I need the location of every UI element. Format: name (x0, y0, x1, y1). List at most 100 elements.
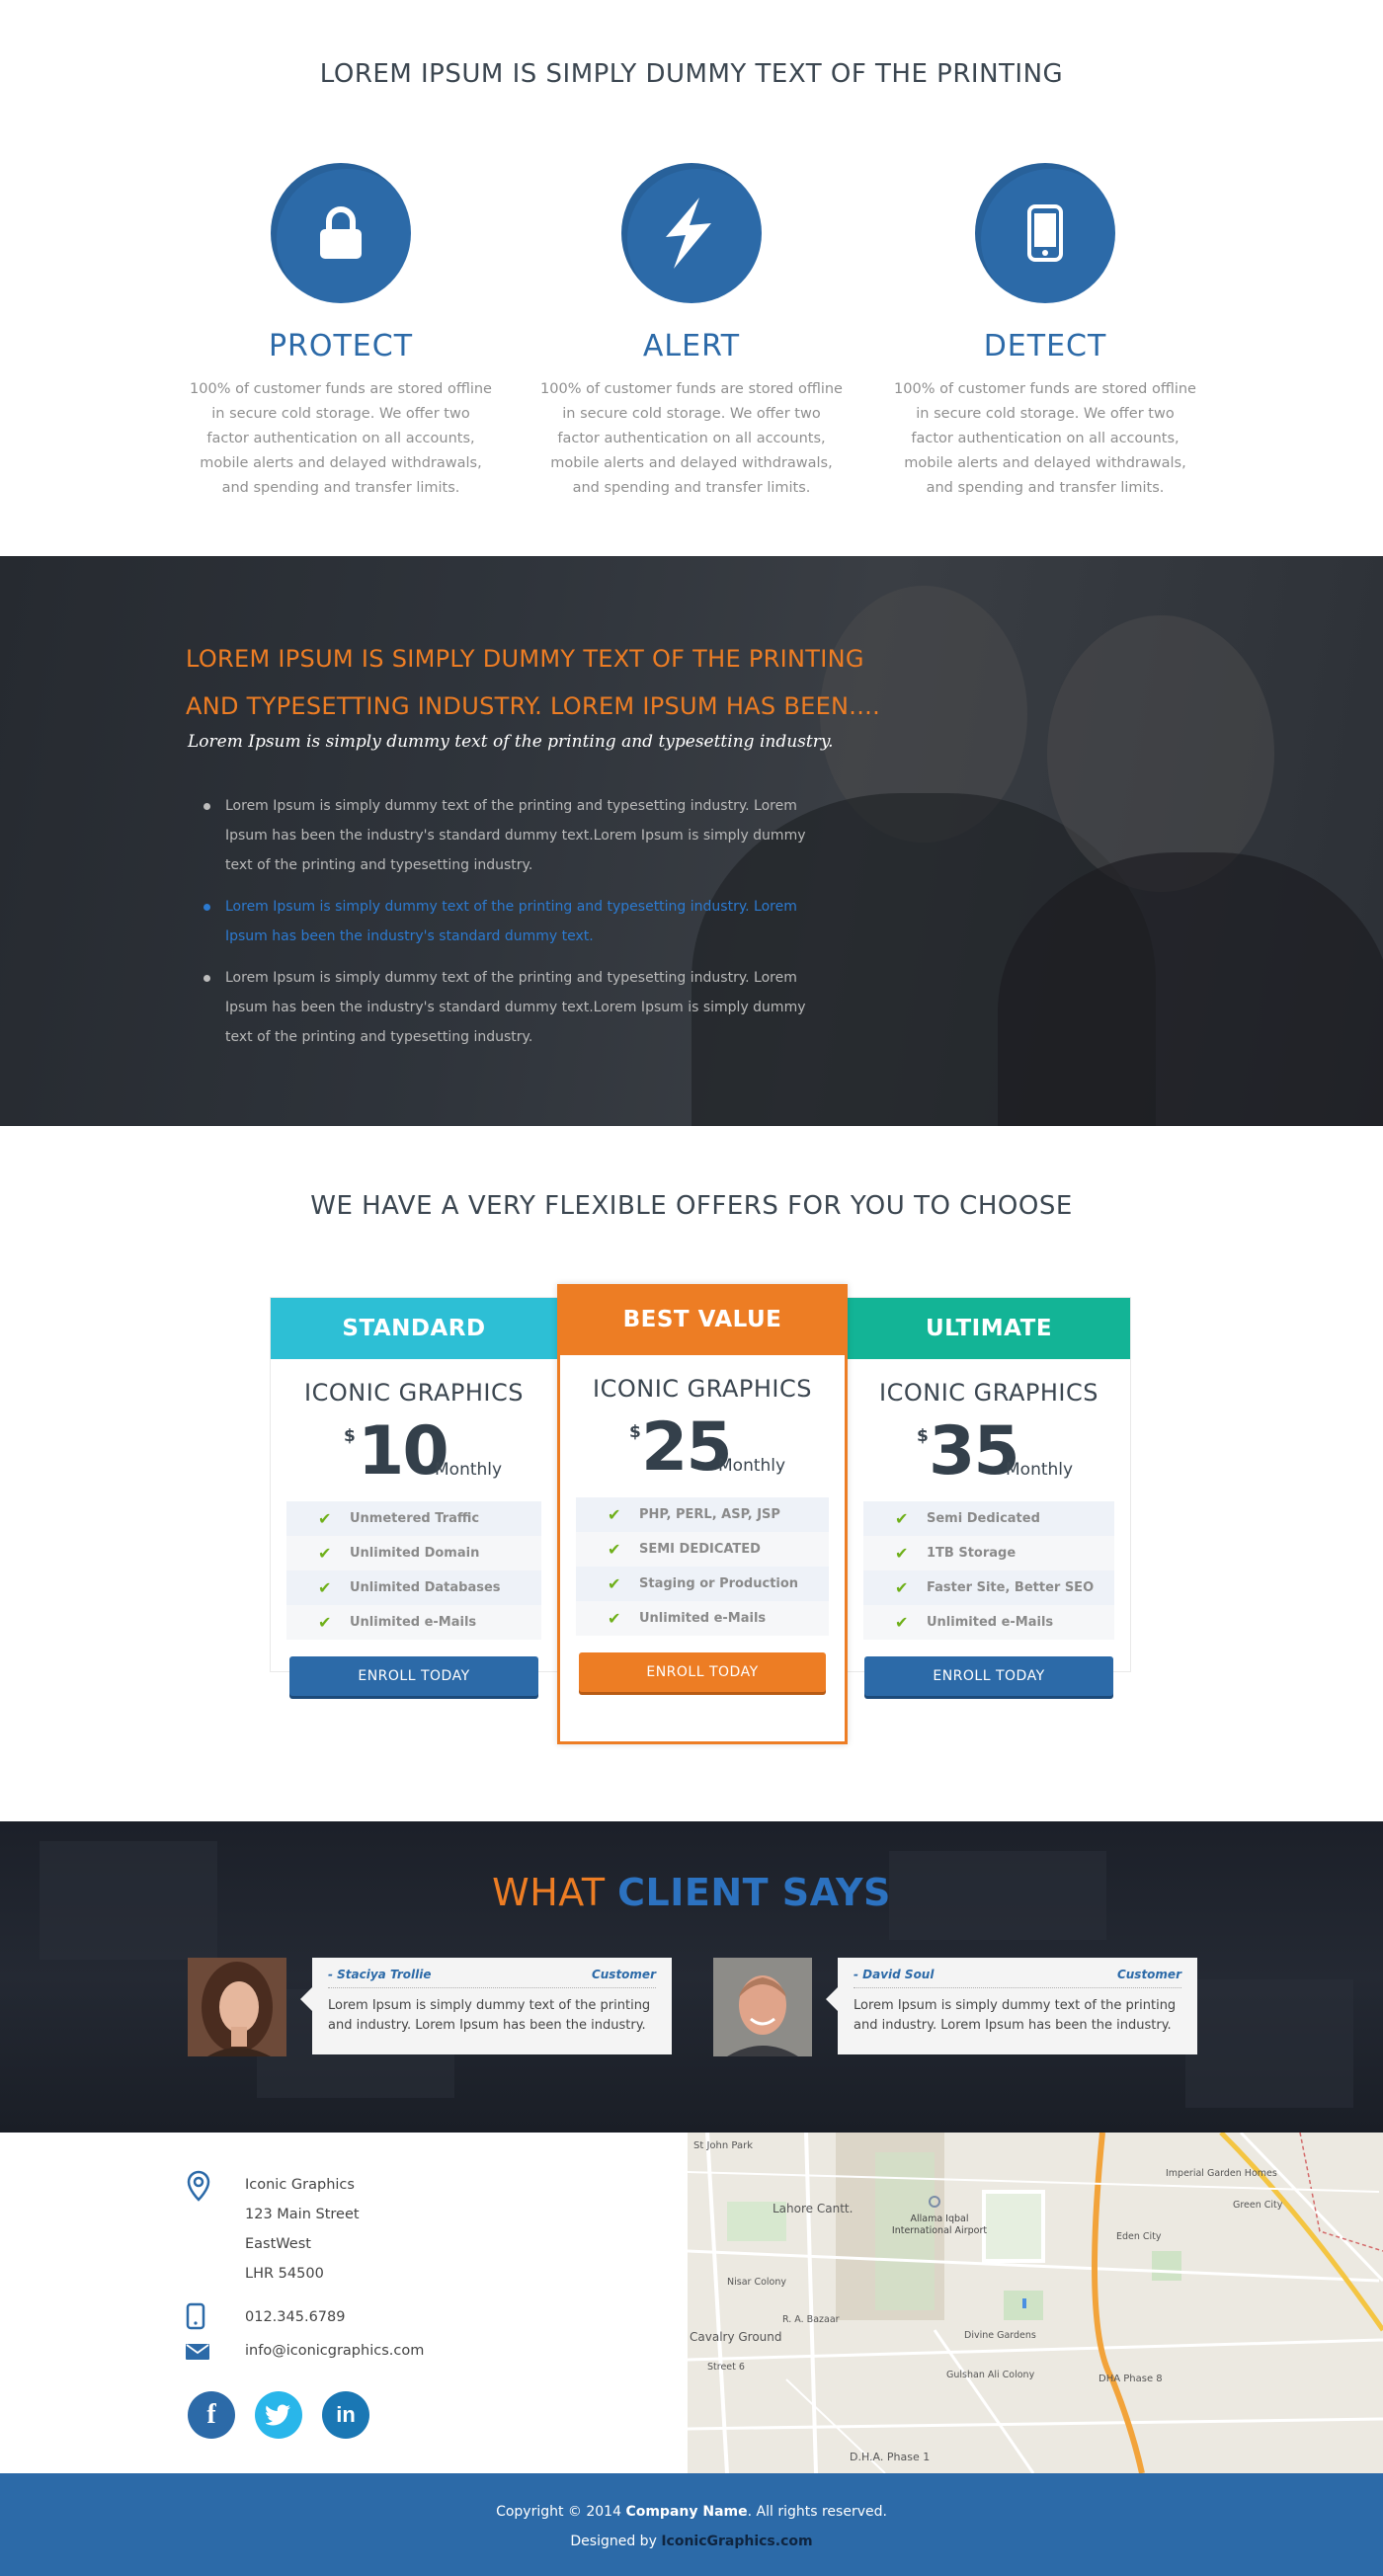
price-period: Monthly (435, 1460, 503, 1480)
avatar (188, 1958, 286, 2056)
currency-symbol: $ (344, 1426, 356, 1446)
background-photo-person-right (1047, 615, 1274, 892)
list-item: ✔ Faster Site, Better SEO (863, 1570, 1114, 1605)
plan-price: $ 35 Monthly (848, 1412, 1130, 1491)
plan-brand: ICONIC GRAPHICS (879, 1379, 1098, 1407)
location-pin-icon (187, 2170, 210, 2202)
testimonial-meta: - Staciya Trollie Customer (328, 1968, 656, 1988)
testimonial-role: Customer (591, 1968, 656, 1981)
list-item: ✔ Staging or Production (576, 1567, 829, 1601)
currency-symbol: $ (917, 1426, 929, 1446)
list-item: ✔ 1TB Storage (863, 1536, 1114, 1570)
enroll-button-ultimate[interactable]: ENROLL TODAY (864, 1656, 1113, 1696)
price-period: Monthly (718, 1456, 786, 1476)
list-item: Lorem Ipsum is simply dummy text of the … (203, 791, 836, 880)
currency-symbol: $ (629, 1422, 641, 1442)
features-heading: LOREM IPSUM IS SIMPLY DUMMY TEXT OF THE … (319, 59, 1064, 89)
location-map[interactable]: St John Park Lahore Cantt. Allama Iqbal … (688, 2133, 1383, 2473)
price-value: 35 (929, 1412, 1020, 1490)
phone-number[interactable]: 012.345.6789 (245, 2302, 345, 2334)
copyright-prefix: Copyright © 2014 (496, 2504, 621, 2520)
contact-phone: 012.345.6789 (186, 2302, 345, 2334)
address-line: Iconic Graphics (245, 2177, 355, 2193)
pricing-heading: WE HAVE A VERY FLEXIBLE OFFERS FOR YOU T… (310, 1191, 1073, 1221)
list-item: ✔ PHP, PERL, ASP, JSP (576, 1497, 829, 1532)
feature-label: Unlimited e-Mails (927, 1615, 1054, 1630)
banner-heading: LOREM IPSUM IS SIMPLY DUMMY TEXT OF THE … (186, 645, 881, 720)
check-icon: ✔ (318, 1509, 332, 1528)
price-value: 10 (358, 1412, 449, 1490)
plan-brand: ICONIC GRAPHICS (593, 1375, 812, 1403)
footer: Copyright © 2014 Company Name. All right… (0, 2473, 1383, 2576)
enroll-button-best-value[interactable]: ENROLL TODAY (579, 1652, 826, 1692)
background-tile (1185, 1979, 1353, 2108)
testimonial-bubble: - Staciya Trollie Customer Lorem Ipsum i… (300, 1958, 672, 2054)
phone-icon-wrapper (186, 2302, 221, 2334)
feature-icon-circle (975, 163, 1115, 303)
feature-title: ALERT (642, 329, 741, 363)
list-item: ✔ Unmetered Traffic (286, 1501, 541, 1536)
woman-portrait-icon (188, 1958, 286, 2056)
check-icon: ✔ (318, 1544, 332, 1563)
feature-label: Unlimited e-Mails (639, 1611, 767, 1626)
feature-label: Unmetered Traffic (350, 1511, 480, 1526)
check-icon: ✔ (318, 1613, 332, 1632)
plan-price: $ 25 Monthly (560, 1409, 845, 1488)
twitter-button[interactable] (255, 2391, 302, 2439)
avatar (713, 1958, 812, 2056)
map-label: Gulshan Ali Colony (946, 2370, 1035, 2380)
pricing-card-best-value: BEST VALUE ICONIC GRAPHICS $ 25 Monthly … (557, 1284, 848, 1744)
feature-label: Staging or Production (639, 1576, 799, 1591)
pricing-section: WE HAVE A VERY FLEXIBLE OFFERS FOR YOU T… (0, 1126, 1383, 1821)
facebook-button[interactable]: f (188, 2391, 235, 2439)
check-icon: ✔ (895, 1613, 909, 1632)
feature-label: Faster Site, Better SEO (927, 1580, 1095, 1595)
testimonial-author: - Staciya Trollie (328, 1968, 432, 1981)
linkedin-button[interactable]: in (322, 2391, 369, 2439)
address-line: EastWest (245, 2236, 311, 2252)
testimonial-role: Customer (1116, 1968, 1181, 1981)
plan-feature-list: ✔ Unmetered Traffic ✔ Unlimited Domain ✔ Un… (286, 1501, 541, 1640)
list-item: ✔ Unlimited Domain (286, 1536, 541, 1570)
feature-text: 100% of customer funds are stored offlin… (190, 381, 492, 496)
contact-email: info@iconicgraphics.com (186, 2336, 424, 2366)
banner-bullet-list: Lorem Ipsum is simply dummy text of the … (203, 791, 836, 1064)
heading-part-what: WHAT (492, 1871, 606, 1914)
check-icon: ✔ (895, 1509, 909, 1528)
testimonial-bubble: - David Soul Customer Lorem Ipsum is sim… (826, 1958, 1197, 2054)
plan-feature-list: ✔ PHP, PERL, ASP, JSP ✔ SEMI DEDICATED ✔ St… (576, 1497, 829, 1636)
feature-label: Unlimited e-Mails (350, 1615, 477, 1630)
plan-price: $ 10 Monthly (271, 1412, 557, 1491)
feature-label: Unlimited Databases (350, 1580, 501, 1595)
man-portrait-icon (713, 1958, 812, 2056)
map-label: Nisar Colony (727, 2277, 786, 2288)
background-photo-suit-right (998, 852, 1383, 1126)
location-pin-wrapper (186, 2170, 221, 2289)
price-value: 25 (641, 1409, 733, 1487)
testimonial-quote: Lorem Ipsum is simply dummy text of the … (328, 1998, 651, 2033)
enroll-button-standard[interactable]: ENROLL TODAY (289, 1656, 538, 1696)
plan-name: STANDARD (271, 1298, 557, 1359)
list-item: ✔ Semi Dedicated (863, 1501, 1114, 1536)
designer-link[interactable]: IconicGraphics.com (661, 2534, 812, 2549)
list-item: ✔ Unlimited Databases (286, 1570, 541, 1605)
feature-title: DETECT (983, 329, 1107, 363)
price-period: Monthly (1006, 1460, 1074, 1480)
map-label: Green City (1233, 2200, 1283, 2211)
plan-brand: ICONIC GRAPHICS (304, 1379, 524, 1407)
testimonial-quote: Lorem Ipsum is simply dummy text of the … (854, 1998, 1177, 2033)
plan-name: ULTIMATE (848, 1298, 1130, 1359)
hero-banner: LOREM IPSUM IS SIMPLY DUMMY TEXT OF THE … (0, 556, 1383, 1126)
facebook-icon: f (206, 2399, 216, 2430)
list-item: ✔ Unlimited e-Mails (576, 1601, 829, 1636)
feature-label: 1TB Storage (927, 1546, 1017, 1561)
testimonials-heading: WHAT CLIENT SAYS (0, 1871, 1383, 1914)
copyright-line: Copyright © 2014 Company Name. All right… (0, 2504, 1383, 2520)
email-address[interactable]: info@iconicgraphics.com (245, 2336, 424, 2366)
company-name: Company Name (625, 2504, 748, 2520)
check-icon: ✔ (608, 1609, 621, 1628)
map-label: Allama Iqbal International Airport (891, 2214, 988, 2236)
map-label: St John Park (693, 2140, 753, 2151)
list-item: ✔ SEMI DEDICATED (576, 1532, 829, 1567)
list-item-link[interactable]: Lorem Ipsum is simply dummy text of the … (203, 892, 836, 951)
